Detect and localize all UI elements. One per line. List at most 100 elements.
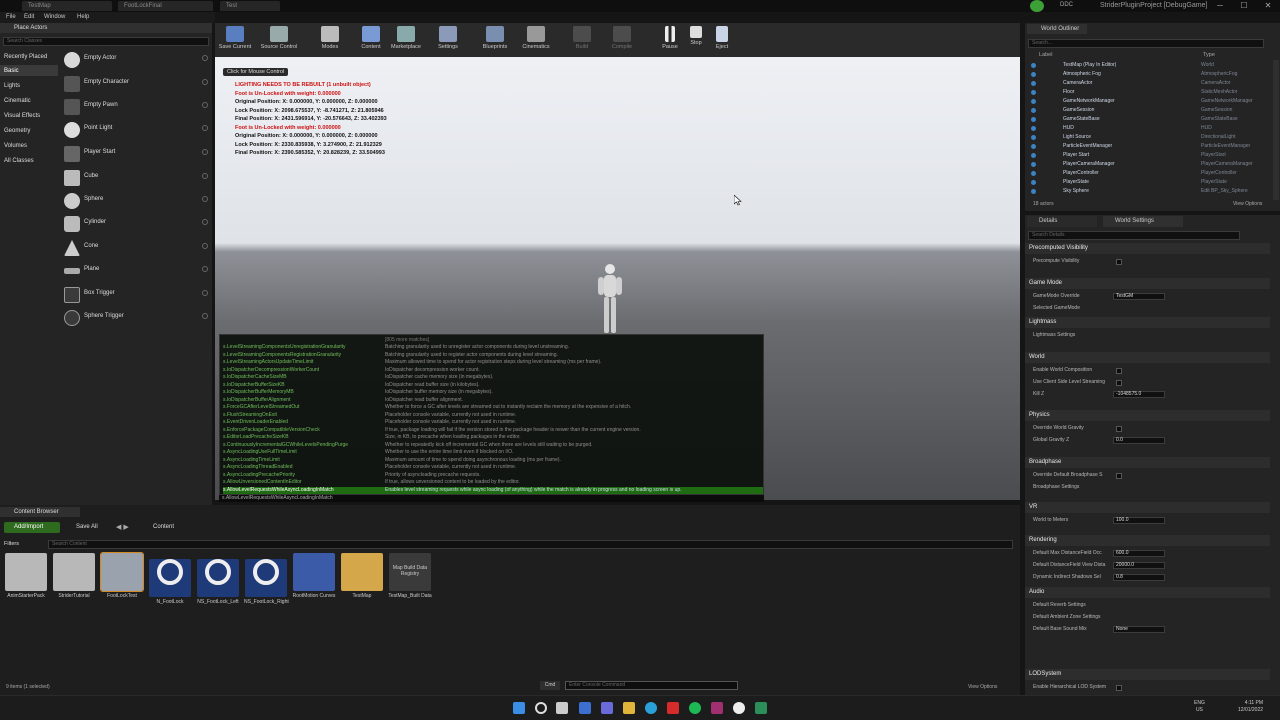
maximize-button[interactable]: ☐ xyxy=(1232,0,1256,12)
property-checkbox[interactable] xyxy=(1116,473,1122,479)
info-icon[interactable] xyxy=(202,243,208,249)
outliner-row[interactable]: Floor StaticMeshActor xyxy=(1025,88,1280,97)
visibility-eye-icon[interactable] xyxy=(1031,99,1036,104)
outliner-row[interactable]: GameNetworkManager GameNetworkManager xyxy=(1025,97,1280,106)
outliner-row[interactable]: CameraActor CameraActor xyxy=(1025,79,1280,88)
outliner-row[interactable]: Atmospheric Fog AtmosphericFog xyxy=(1025,70,1280,79)
app-icon[interactable] xyxy=(755,702,767,714)
console-suggestion-row[interactable]: s.IoDispatcherDecompressionWorkerCount Io… xyxy=(223,367,763,375)
visibility-eye-icon[interactable] xyxy=(1031,162,1036,167)
pause-button[interactable]: Pause xyxy=(659,25,681,55)
menu-window[interactable]: Window xyxy=(44,12,65,23)
close-button[interactable]: ✕ xyxy=(1256,0,1280,12)
eject-button[interactable]: Eject xyxy=(711,25,733,55)
spotify-icon[interactable] xyxy=(689,702,701,714)
actor-cylinder[interactable]: Cylinder xyxy=(62,214,208,236)
modes-button[interactable]: Modes xyxy=(315,25,345,55)
category-all-classes[interactable]: All Classes xyxy=(4,158,34,164)
menu-file[interactable]: File xyxy=(6,12,16,23)
outliner-row[interactable]: HUD HUD xyxy=(1025,124,1280,133)
save-all-button[interactable]: Save All xyxy=(66,522,98,533)
asset-tile[interactable]: NS_FootLock_Right xyxy=(244,553,289,609)
console-autocomplete[interactable]: [805 more matches] s.LevelStreamingCompo… xyxy=(219,334,764,495)
console-suggestion-row[interactable]: s.AllowUnversionedContentInEditor If true… xyxy=(223,479,763,487)
property-value-field[interactable]: 600.0 xyxy=(1113,550,1165,557)
console-suggestion-row[interactable]: s.EventDrivenLoaderEnabled Placeholder co… xyxy=(223,419,763,427)
info-icon[interactable] xyxy=(202,313,208,319)
content-search-input[interactable]: Search Content xyxy=(48,540,1013,549)
info-icon[interactable] xyxy=(202,55,208,61)
info-icon[interactable] xyxy=(202,173,208,179)
category-geometry[interactable]: Geometry xyxy=(4,128,30,134)
console-suggestion-row[interactable]: s.AsyncLoadingThreadEnabled Placeholder c… xyxy=(223,464,763,472)
details-search-input[interactable]: Search Details xyxy=(1028,231,1240,240)
category-lights[interactable]: Lights xyxy=(4,83,20,89)
console-suggestion-row[interactable]: s.AsyncLoadingUseFullTimeLimit Whether to… xyxy=(223,449,763,457)
visibility-eye-icon[interactable] xyxy=(1031,180,1036,185)
details-section-header[interactable]: Game Mode xyxy=(1025,278,1270,289)
source-control-icon[interactable] xyxy=(1030,0,1044,12)
task-view-icon[interactable] xyxy=(556,702,568,714)
actor-point-light[interactable]: Point Light xyxy=(62,120,208,142)
asset-tab[interactable]: FootLockFinal xyxy=(118,1,213,11)
console-suggestion-row[interactable]: s.AsyncLoadingTimeLimit Maximum amount of… xyxy=(223,457,763,465)
details-section-header[interactable]: Rendering xyxy=(1025,535,1270,546)
source-control-button[interactable]: Source Control xyxy=(257,25,301,55)
editor-tab[interactable]: TestMap xyxy=(22,1,112,11)
outliner-row[interactable]: PlayerCameraManager PlayerCameraManager xyxy=(1025,160,1280,169)
visibility-eye-icon[interactable] xyxy=(1031,189,1036,194)
property-value-field[interactable]: TestGM xyxy=(1113,293,1165,300)
menu-help[interactable]: Help xyxy=(77,12,89,23)
console-suggestion-row[interactable]: s.LevelStreamingComponentsUnregistration… xyxy=(223,344,763,352)
category-volumes[interactable]: Volumes xyxy=(4,143,27,149)
console-command-input[interactable]: Enter Console Command xyxy=(565,681,738,690)
info-icon[interactable] xyxy=(202,290,208,296)
content-browser-tab[interactable]: Content Browser xyxy=(0,507,80,517)
console-suggestion-row[interactable]: s.ContinuouslyIncrementalGCWhileLevelsPe… xyxy=(223,442,763,450)
blueprints-button[interactable]: Blueprints xyxy=(477,25,513,55)
property-checkbox[interactable] xyxy=(1116,380,1122,386)
details-section-header[interactable]: LODSystem xyxy=(1025,669,1270,680)
input-language[interactable]: ENG US xyxy=(1194,700,1205,714)
content-button[interactable]: Content xyxy=(357,25,385,55)
asset-tile[interactable]: RootMotion Curves xyxy=(292,553,336,609)
visibility-eye-icon[interactable] xyxy=(1031,117,1036,122)
minimize-button[interactable]: ─ xyxy=(1208,0,1232,12)
details-section-header[interactable]: Physics xyxy=(1025,410,1270,421)
property-checkbox[interactable] xyxy=(1116,685,1122,691)
console-suggestion-row[interactable]: s.LevelStreamingActorsUpdateTimeLimit Max… xyxy=(223,359,763,367)
asset-tile[interactable]: Map Build Data Registry TestMap_Built Dat… xyxy=(388,553,432,609)
asset-tile[interactable]: StriderTutorial xyxy=(52,553,96,609)
asset-tile[interactable]: TestMap xyxy=(340,553,384,609)
actor-sphere[interactable]: Sphere xyxy=(62,191,208,213)
outliner-row[interactable]: GameSession GameSession xyxy=(1025,106,1280,115)
info-icon[interactable] xyxy=(202,196,208,202)
category-visual-effects[interactable]: Visual Effects xyxy=(4,113,40,119)
build-button[interactable]: Build xyxy=(571,25,593,55)
property-value-field[interactable]: 100.0 xyxy=(1113,517,1165,524)
class-search-input[interactable]: Search Classes xyxy=(3,37,209,46)
category-basic[interactable]: Basic xyxy=(4,68,19,74)
details-section-header[interactable]: Broadphase xyxy=(1025,457,1270,468)
property-value-field[interactable]: 0.0 xyxy=(1113,437,1165,444)
console-suggestion-row[interactable]: s.IoDispatcherBufferMemoryMB IoDispatcher… xyxy=(223,389,763,397)
console-suggestion-row[interactable]: s.LevelStreamingComponentsRegistrationGr… xyxy=(223,352,763,360)
marketplace-button[interactable]: Marketplace xyxy=(387,25,425,55)
menu-edit[interactable]: Edit xyxy=(24,12,34,23)
add-import-button[interactable]: Add/Import xyxy=(4,522,60,533)
unreal-engine-icon[interactable] xyxy=(733,702,745,714)
cinematics-button[interactable]: Cinematics xyxy=(519,25,553,55)
cmd-selector[interactable]: Cmd xyxy=(540,681,560,690)
property-value-field[interactable]: 20000.0 xyxy=(1113,562,1165,569)
visibility-eye-icon[interactable] xyxy=(1031,90,1036,95)
console-suggestion-row[interactable]: s.AsyncLoadingPrecachePriority Priority o… xyxy=(223,472,763,480)
console-suggestion-row[interactable]: s.IoDispatcherBufferAlignment IoDispatche… xyxy=(223,397,763,405)
asset-tile[interactable]: AnimStarterPack xyxy=(4,553,48,609)
system-clock[interactable]: 4:11 PM 12/01/2022 xyxy=(1238,700,1263,714)
search-icon[interactable] xyxy=(535,702,547,714)
info-icon[interactable] xyxy=(202,266,208,272)
actor-empty-character[interactable]: Empty Character xyxy=(62,74,208,96)
details-section-header[interactable]: VR xyxy=(1025,502,1270,513)
compile-button[interactable]: Compile xyxy=(608,25,636,55)
console-suggestion-row[interactable]: s.IoDispatcherBufferSizeKB IoDispatcher r… xyxy=(223,382,763,390)
